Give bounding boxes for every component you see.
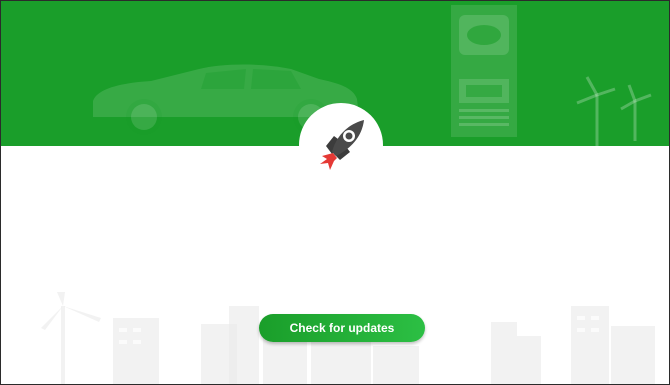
app-window: Check for updates [0, 0, 670, 385]
city-skyline-illustration [41, 292, 655, 384]
check-for-updates-button[interactable]: Check for updates [259, 314, 425, 342]
wind-turbine-illustration [576, 76, 652, 146]
charging-station-illustration [451, 5, 517, 137]
footer-illustration [1, 146, 669, 384]
